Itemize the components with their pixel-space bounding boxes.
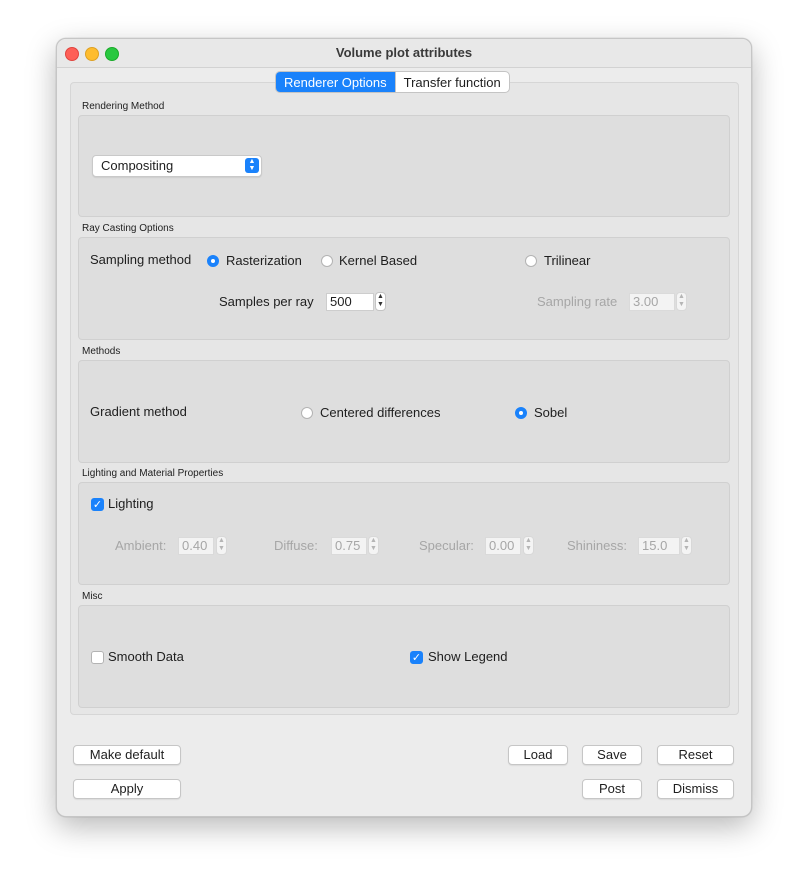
specular-label: Specular:: [419, 538, 474, 553]
sampling-method-label: Sampling method: [90, 252, 192, 267]
specular-input[interactable]: 0.00: [485, 537, 521, 555]
lighting-group-label: Lighting and Material Properties: [82, 468, 224, 479]
sampling-rate-stepper[interactable]: ▲ ▼: [676, 292, 687, 311]
tab-bar: Renderer Options Transfer function: [275, 71, 510, 93]
samples-per-ray-label: Samples per ray: [219, 294, 314, 309]
sampling-rate-input[interactable]: 3.00: [629, 293, 675, 311]
rendering-method-selected-value: Compositing: [101, 158, 174, 173]
radio-sobel[interactable]: [515, 407, 527, 419]
radio-kernel-based[interactable]: [321, 255, 333, 267]
show-legend-label[interactable]: Show Legend: [428, 649, 508, 664]
smooth-data-checkbox[interactable]: [91, 651, 104, 664]
radio-trilinear[interactable]: [525, 255, 537, 267]
methods-group-label: Methods: [82, 346, 121, 357]
kernel-based-label[interactable]: Kernel Based: [339, 253, 417, 268]
sobel-label[interactable]: Sobel: [534, 405, 567, 420]
shininess-input[interactable]: 15.0: [638, 537, 680, 555]
apply-button[interactable]: Apply: [73, 779, 181, 799]
lighting-group: [78, 482, 730, 585]
lighting-label[interactable]: Lighting: [108, 496, 154, 511]
diffuse-stepper[interactable]: ▲ ▼: [368, 536, 379, 555]
rendering-method-group-label: Rendering Method: [82, 101, 165, 112]
reset-button[interactable]: Reset: [657, 745, 734, 765]
shininess-label: Shininess:: [567, 538, 627, 553]
ambient-input[interactable]: 0.40: [178, 537, 214, 555]
misc-group-label: Misc: [82, 591, 103, 602]
tab-renderer-options[interactable]: Renderer Options: [276, 72, 395, 92]
post-button[interactable]: Post: [582, 779, 642, 799]
lighting-checkbox[interactable]: ✓: [91, 498, 104, 511]
checkmark-icon: ✓: [411, 652, 422, 664]
rendering-method-select[interactable]: Compositing ▲ ▼: [92, 155, 262, 177]
specular-stepper[interactable]: ▲ ▼: [523, 536, 534, 555]
samples-per-ray-stepper[interactable]: ▲ ▼: [375, 292, 386, 311]
gradient-method-label: Gradient method: [90, 404, 187, 419]
ray-casting-group-label: Ray Casting Options: [82, 223, 174, 234]
smooth-data-label[interactable]: Smooth Data: [108, 649, 184, 664]
load-button[interactable]: Load: [508, 745, 568, 765]
show-legend-checkbox[interactable]: ✓: [410, 651, 423, 664]
centered-differences-label[interactable]: Centered differences: [320, 405, 440, 420]
radio-centered-differences[interactable]: [301, 407, 313, 419]
ambient-stepper[interactable]: ▲ ▼: [216, 536, 227, 555]
make-default-button[interactable]: Make default: [73, 745, 181, 765]
samples-per-ray-input[interactable]: 500: [326, 293, 374, 311]
title-bar[interactable]: Volume plot attributes: [57, 39, 751, 68]
window-title: Volume plot attributes: [335, 45, 473, 60]
diffuse-label: Diffuse:: [274, 538, 318, 553]
radio-rasterization[interactable]: [207, 255, 219, 267]
ambient-label: Ambient:: [115, 538, 167, 553]
diffuse-input[interactable]: 0.75: [331, 537, 367, 555]
tab-transfer-function[interactable]: Transfer function: [394, 72, 509, 92]
rasterization-label[interactable]: Rasterization: [226, 253, 302, 268]
save-button[interactable]: Save: [582, 745, 642, 765]
dismiss-button[interactable]: Dismiss: [657, 779, 734, 799]
checkmark-icon: ✓: [92, 499, 103, 511]
trilinear-label[interactable]: Trilinear: [544, 253, 590, 268]
shininess-stepper[interactable]: ▲ ▼: [681, 536, 692, 555]
volume-plot-attributes-window: Volume plot attributes Renderer Options …: [56, 38, 752, 817]
select-arrows-icon: ▲ ▼: [245, 158, 259, 173]
sampling-rate-label: Sampling rate: [537, 294, 618, 309]
